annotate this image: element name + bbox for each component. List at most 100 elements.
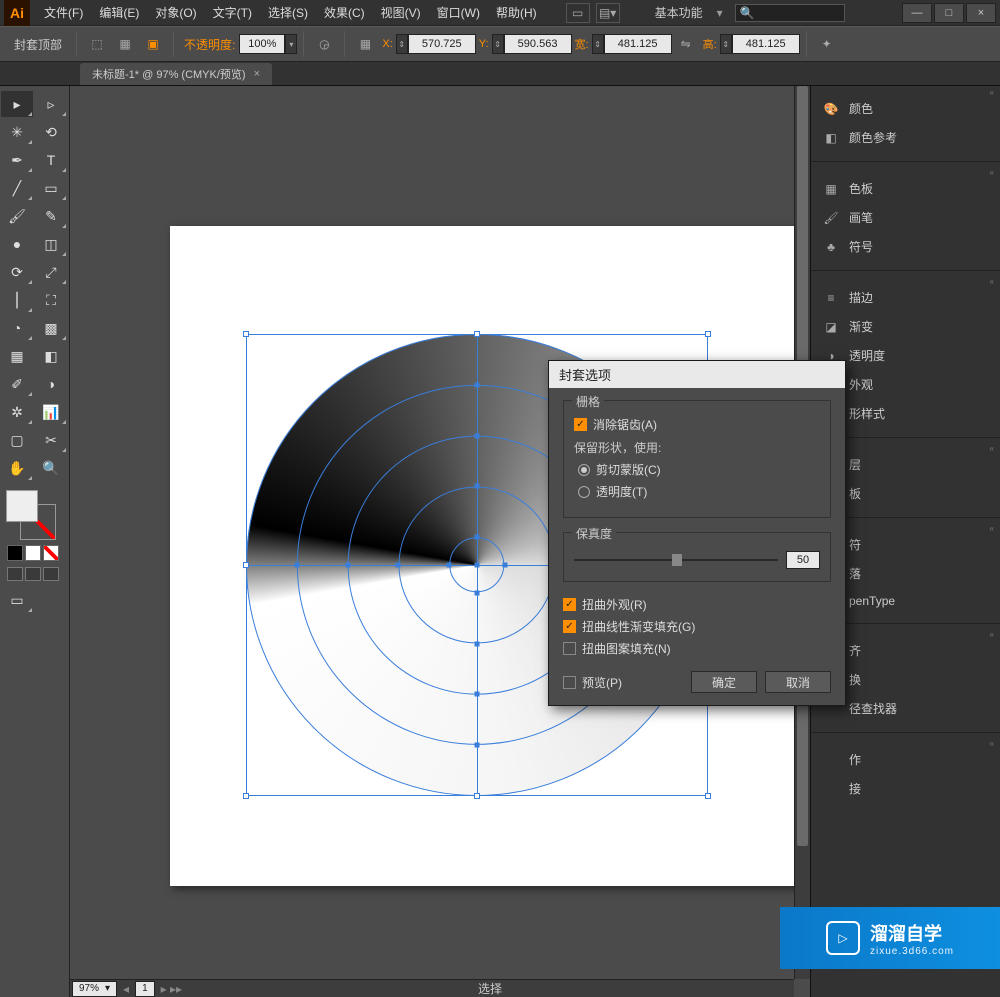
artboard-tool[interactable]: ▢ — [1, 427, 33, 453]
free-transform-tool[interactable]: ⛶ — [35, 287, 67, 313]
workspace-switcher[interactable]: 基本功能 — [641, 4, 717, 21]
direct-selection-tool[interactable]: ▹ — [35, 91, 67, 117]
envelope-mesh-icon[interactable]: ▦ — [114, 33, 136, 55]
w-stepper[interactable]: ⇕ — [592, 34, 604, 54]
shape-builder-tool[interactable]: ◔ — [1, 315, 33, 341]
blend-tool[interactable]: ◑ — [35, 371, 67, 397]
window-maximize-button[interactable]: □ — [934, 3, 964, 23]
sel-handle-tc[interactable] — [474, 331, 480, 337]
distort-gradient-checkbox[interactable]: ✓ 扭曲线性渐变填充(G) — [563, 618, 831, 635]
pencil-tool[interactable]: ✎ — [35, 203, 67, 229]
color-solid-icon[interactable] — [7, 545, 23, 561]
sel-handle-tr[interactable] — [705, 331, 711, 337]
zoom-status[interactable]: 97%▾ — [72, 981, 117, 997]
gradient-tool[interactable]: ◧ — [35, 343, 67, 369]
sel-handle-bc[interactable] — [474, 793, 480, 799]
panel-stroke[interactable]: ≡描边 — [811, 283, 1000, 312]
rotate-tool[interactable]: ⟳ — [1, 259, 33, 285]
envelope-edit-icon[interactable]: ▣ — [142, 33, 164, 55]
selection-tool[interactable]: ▸ — [1, 91, 33, 117]
window-close-button[interactable]: × — [966, 3, 996, 23]
menu-select[interactable]: 选择(S) — [260, 4, 316, 21]
pen-tool[interactable]: ✒ — [1, 147, 33, 173]
ok-button[interactable]: 确定 — [691, 671, 757, 693]
draw-behind-icon[interactable] — [25, 567, 41, 581]
symbol-sprayer-tool[interactable]: ✲ — [1, 399, 33, 425]
y-stepper[interactable]: ⇕ — [492, 34, 504, 54]
menu-effect[interactable]: 效果(C) — [316, 4, 373, 21]
page-status[interactable]: 1 — [135, 981, 155, 997]
fill-swatch[interactable] — [6, 490, 38, 522]
slice-tool[interactable]: ✂ — [35, 427, 67, 453]
blob-brush-tool[interactable]: ● — [1, 231, 33, 257]
fidelity-slider[interactable] — [574, 559, 778, 561]
sel-handle-br[interactable] — [705, 793, 711, 799]
distort-appearance-checkbox[interactable]: ✓ 扭曲外观(R) — [563, 596, 831, 613]
h-stepper[interactable]: ⇕ — [720, 34, 732, 54]
cancel-button[interactable]: 取消 — [765, 671, 831, 693]
menu-help[interactable]: 帮助(H) — [488, 4, 545, 21]
opacity-input[interactable] — [239, 34, 285, 54]
fidelity-input[interactable] — [786, 551, 820, 569]
paintbrush-tool[interactable]: 🖌 — [1, 203, 33, 229]
opacity-dropdown[interactable]: ▾ — [285, 34, 297, 54]
clip-mask-radio[interactable]: 剪切蒙版(C) — [578, 461, 820, 478]
width-tool[interactable]: ⎮ — [1, 287, 33, 313]
menu-view[interactable]: 视图(V) — [373, 4, 429, 21]
panel-symbols[interactable]: ♣符号 — [811, 232, 1000, 261]
y-input[interactable] — [504, 34, 572, 54]
search-input[interactable]: 🔍 — [735, 4, 845, 22]
opacity-label[interactable]: 不透明度: — [180, 36, 239, 53]
antialias-checkbox[interactable]: ✓ 消除锯齿(A) — [574, 416, 820, 433]
x-stepper[interactable]: ⇕ — [396, 34, 408, 54]
eraser-tool[interactable]: ◫ — [35, 231, 67, 257]
menu-object[interactable]: 对象(O) — [147, 4, 204, 21]
document-tab[interactable]: 未标题-1* @ 97% (CMYK/预览) × — [80, 63, 272, 85]
draw-inside-icon[interactable] — [43, 567, 59, 581]
envelope-warp-icon[interactable]: ⬚ — [86, 33, 108, 55]
window-minimize-button[interactable]: — — [902, 3, 932, 23]
menu-edit[interactable]: 编辑(E) — [91, 4, 147, 21]
preview-checkbox[interactable]: 预览(P) — [563, 674, 622, 691]
lasso-tool[interactable]: ⟲ — [35, 119, 67, 145]
panel-links[interactable]: 接 — [811, 774, 1000, 803]
magic-wand-tool[interactable]: ✳ — [1, 119, 33, 145]
menu-file[interactable]: 文件(F) — [36, 4, 91, 21]
panel-swatches[interactable]: ▦色板 — [811, 174, 1000, 203]
screen-mode-button[interactable]: ▭ — [1, 587, 33, 613]
distort-pattern-checkbox[interactable]: 扭曲图案填充(N) — [563, 640, 831, 657]
arrange-icon[interactable]: ▤▾ — [596, 3, 620, 23]
panel-color-guide[interactable]: ◧颜色参考 — [811, 123, 1000, 152]
menu-window[interactable]: 窗口(W) — [429, 4, 488, 21]
link-wh-icon[interactable]: ⇋ — [675, 33, 697, 55]
color-none-icon[interactable] — [43, 545, 59, 561]
tab-close-icon[interactable]: × — [254, 68, 260, 80]
sel-handle-tl[interactable] — [243, 331, 249, 337]
transparency-radio[interactable]: 透明度(T) — [578, 483, 820, 500]
isolate-icon[interactable]: ✦ — [816, 33, 838, 55]
eyedropper-tool[interactable]: ✐ — [1, 371, 33, 397]
panel-brushes[interactable]: 🖌画笔 — [811, 203, 1000, 232]
line-tool[interactable]: ╱ — [1, 175, 33, 201]
recolor-icon[interactable]: ◶ — [313, 33, 335, 55]
color-gradient-icon[interactable] — [25, 545, 41, 561]
fill-stroke-swatch[interactable] — [4, 488, 65, 538]
slider-thumb[interactable] — [672, 554, 682, 566]
zoom-tool[interactable]: 🔍 — [35, 455, 67, 481]
graph-tool[interactable]: 📊 — [35, 399, 67, 425]
panel-gradient[interactable]: ◪渐变 — [811, 312, 1000, 341]
panel-actions[interactable]: 作 — [811, 745, 1000, 774]
sel-handle-ml[interactable] — [243, 562, 249, 568]
scale-tool[interactable]: ⤢ — [35, 259, 67, 285]
panel-color[interactable]: 🎨颜色 — [811, 94, 1000, 123]
align-reference-icon[interactable]: ▦ — [354, 33, 376, 55]
type-tool[interactable]: T — [35, 147, 67, 173]
menu-type[interactable]: 文字(T) — [205, 4, 260, 21]
mesh-tool[interactable]: ▦ — [1, 343, 33, 369]
w-input[interactable] — [604, 34, 672, 54]
perspective-grid-tool[interactable]: ▩ — [35, 315, 67, 341]
draw-normal-icon[interactable] — [7, 567, 23, 581]
hand-tool[interactable]: ✋ — [1, 455, 33, 481]
h-input[interactable] — [732, 34, 800, 54]
x-input[interactable] — [408, 34, 476, 54]
